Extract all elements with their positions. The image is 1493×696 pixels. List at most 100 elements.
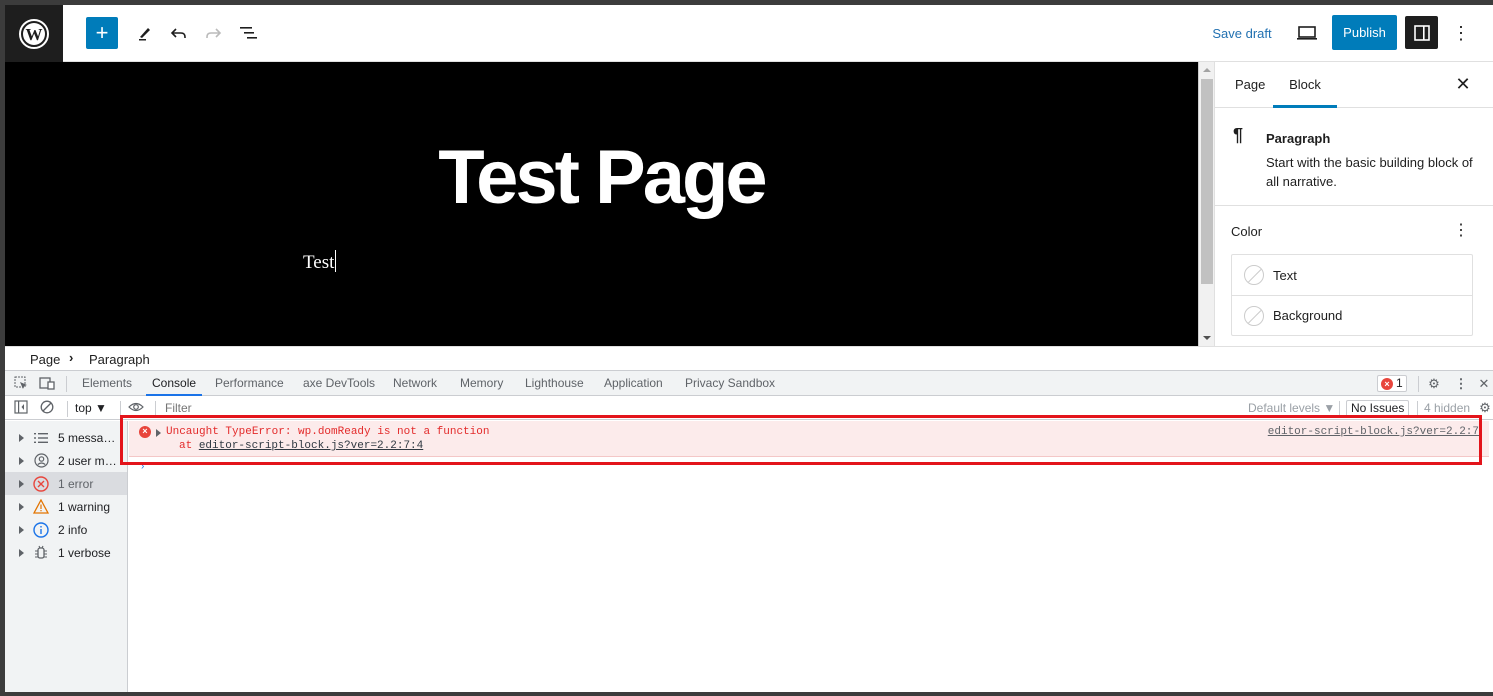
editor-canvas[interactable]: Test Page Test <box>5 62 1198 346</box>
wordpress-logo[interactable]: W <box>5 5 63 62</box>
clear-console-icon[interactable] <box>39 400 55 416</box>
divider <box>1418 376 1419 392</box>
console-error-message[interactable]: × Uncaught TypeError: wp.domReady is not… <box>129 421 1489 457</box>
sidebar-item-user-messages[interactable]: 2 user mes... <box>5 449 127 472</box>
tab-privacy-sandbox[interactable]: Privacy Sandbox <box>685 371 775 396</box>
text-caret <box>335 250 337 272</box>
scroll-up-icon[interactable] <box>1203 68 1211 72</box>
breadcrumb-paragraph: Paragraph <box>89 352 150 367</box>
expand-triangle-icon <box>19 433 24 442</box>
color-list: Text Background <box>1231 254 1473 336</box>
tab-elements[interactable]: Elements <box>82 371 132 396</box>
color-panel-title: Color <box>1231 224 1263 239</box>
chevron-right-icon: › <box>69 350 74 365</box>
settings-sidebar: Page Block ✕ ¶ Paragraph Start with the … <box>1214 62 1493 346</box>
color-options-button[interactable]: ⋮ <box>1453 220 1469 240</box>
sidebar-toggle-icon[interactable] <box>13 400 29 416</box>
console-prompt[interactable]: › <box>141 461 144 472</box>
settings-gear-icon[interactable]: ⚙ <box>1426 376 1442 392</box>
list-icon <box>33 430 49 446</box>
empty-swatch-icon <box>1244 265 1264 285</box>
save-draft-button[interactable]: Save draft <box>1205 17 1279 49</box>
log-levels-dropdown[interactable]: Default levels ▼ <box>1248 401 1335 415</box>
scrollbar-thumb[interactable] <box>1201 79 1213 284</box>
sidebar-settings-icon <box>1413 24 1430 41</box>
tab-performance[interactable]: Performance <box>215 371 284 396</box>
inspect-element-icon[interactable] <box>13 376 29 392</box>
tab-page[interactable]: Page <box>1235 62 1265 108</box>
error-icon <box>33 475 49 492</box>
context-selector[interactable]: top ▼ <box>75 401 107 415</box>
sidebar-item-warnings[interactable]: 1 warning <box>5 495 127 518</box>
color-panel: Color ⋮ Text Background <box>1215 207 1493 347</box>
breadcrumb-page[interactable]: Page <box>30 352 60 367</box>
error-count-badge[interactable]: × 1 <box>1377 375 1407 392</box>
user-icon <box>33 453 49 469</box>
sidebar-item-messages[interactable]: 5 messages <box>5 426 127 449</box>
tab-network[interactable]: Network <box>393 371 437 396</box>
canvas-scrollbar[interactable] <box>1198 62 1214 346</box>
block-card: ¶ Paragraph Start with the basic buildin… <box>1215 109 1493 206</box>
more-vertical-icon: ⋮ <box>1453 222 1469 239</box>
more-options-icon: ⋮ <box>1452 22 1470 43</box>
console-filter-input[interactable] <box>160 399 1240 417</box>
error-text: Uncaught TypeError: wp.domReady is not a… <box>166 426 490 438</box>
device-toolbar-icon[interactable] <box>39 376 55 392</box>
scroll-down-icon[interactable] <box>1203 336 1211 340</box>
issues-button[interactable]: No Issues <box>1346 400 1410 417</box>
block-name: Paragraph <box>1266 131 1331 146</box>
more-options-button[interactable]: ⋮ <box>1449 17 1473 49</box>
expand-triangle-icon <box>19 548 24 557</box>
tab-lighthouse[interactable]: Lighthouse <box>525 371 584 396</box>
warning-icon <box>33 499 49 515</box>
bug-icon <box>33 545 49 561</box>
color-item-label: Text <box>1273 267 1297 283</box>
settings-toggle-button[interactable] <box>1405 16 1438 49</box>
close-devtools-icon[interactable]: ✕ <box>1476 376 1492 392</box>
undo-button[interactable] <box>167 17 191 49</box>
error-icon: × <box>139 426 154 438</box>
editor-toolbar: W + Save draft Publish ⋮ <box>5 5 1493 62</box>
sidebar-item-info[interactable]: 2 info <box>5 518 127 541</box>
stack-trace-link[interactable]: editor-script-block.js?ver=2.2:7:4 <box>199 440 423 452</box>
divider <box>1417 401 1418 417</box>
color-item-text[interactable]: Text <box>1232 255 1472 295</box>
expand-triangle-icon[interactable] <box>156 429 161 437</box>
plus-icon: + <box>95 20 109 45</box>
tab-block[interactable]: Block <box>1273 62 1337 108</box>
page-title[interactable]: Test Page <box>5 134 1198 221</box>
sidebar-item-verbose[interactable]: 1 verbose <box>5 541 127 564</box>
svg-text:W: W <box>26 25 43 44</box>
error-source-link[interactable]: editor-script-block.js?ver=2.2:7 <box>1268 426 1479 438</box>
empty-swatch-icon <box>1244 305 1264 326</box>
divider <box>1339 401 1340 417</box>
add-block-button[interactable]: + <box>86 17 118 49</box>
tab-axe-devtools[interactable]: axe DevTools <box>303 371 375 396</box>
tools-button[interactable] <box>133 17 157 49</box>
paragraph-icon: ¶ <box>1233 125 1244 145</box>
tab-memory[interactable]: Memory <box>460 371 503 396</box>
close-sidebar-button[interactable]: ✕ <box>1452 74 1474 96</box>
hidden-count: 4 hidden <box>1424 401 1471 415</box>
devtools-panel: Elements Console Performance axe DevTool… <box>5 370 1493 692</box>
console-settings-gear-icon[interactable]: ⚙ <box>1477 400 1493 416</box>
console-filterbar: top ▼ Default levels ▼ No Issues 4 hidde… <box>5 397 1493 420</box>
error-icon: × <box>1381 377 1393 390</box>
live-expression-eye-icon[interactable] <box>128 400 144 416</box>
more-vertical-icon[interactable]: ⋮ <box>1453 376 1469 392</box>
tab-application[interactable]: Application <box>604 371 663 396</box>
divider <box>120 401 121 417</box>
redo-button[interactable] <box>201 17 225 49</box>
paragraph-block[interactable]: Test <box>303 250 337 274</box>
document-overview-button[interactable] <box>237 17 261 49</box>
sidebar-item-errors[interactable]: 1 error <box>5 472 127 495</box>
expand-triangle-icon <box>19 456 24 465</box>
info-icon <box>33 521 49 538</box>
tab-console[interactable]: Console <box>146 371 203 396</box>
publish-button[interactable]: Publish <box>1332 15 1397 50</box>
color-item-background[interactable]: Background <box>1232 295 1472 335</box>
sidebar-tabs: Page Block ✕ <box>1215 62 1493 108</box>
undo-icon <box>170 28 186 38</box>
preview-button[interactable] <box>1293 17 1321 49</box>
redo-icon <box>206 28 222 38</box>
